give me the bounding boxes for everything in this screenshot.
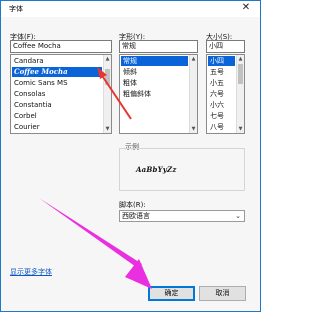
annotation-arrows <box>39 67 152 289</box>
magenta-arrow <box>39 198 152 289</box>
red-arrow <box>97 67 132 120</box>
font-dialog: 字体 ✕ 字体(F): Coffee Mocha Candara Coffee M… <box>0 0 261 312</box>
